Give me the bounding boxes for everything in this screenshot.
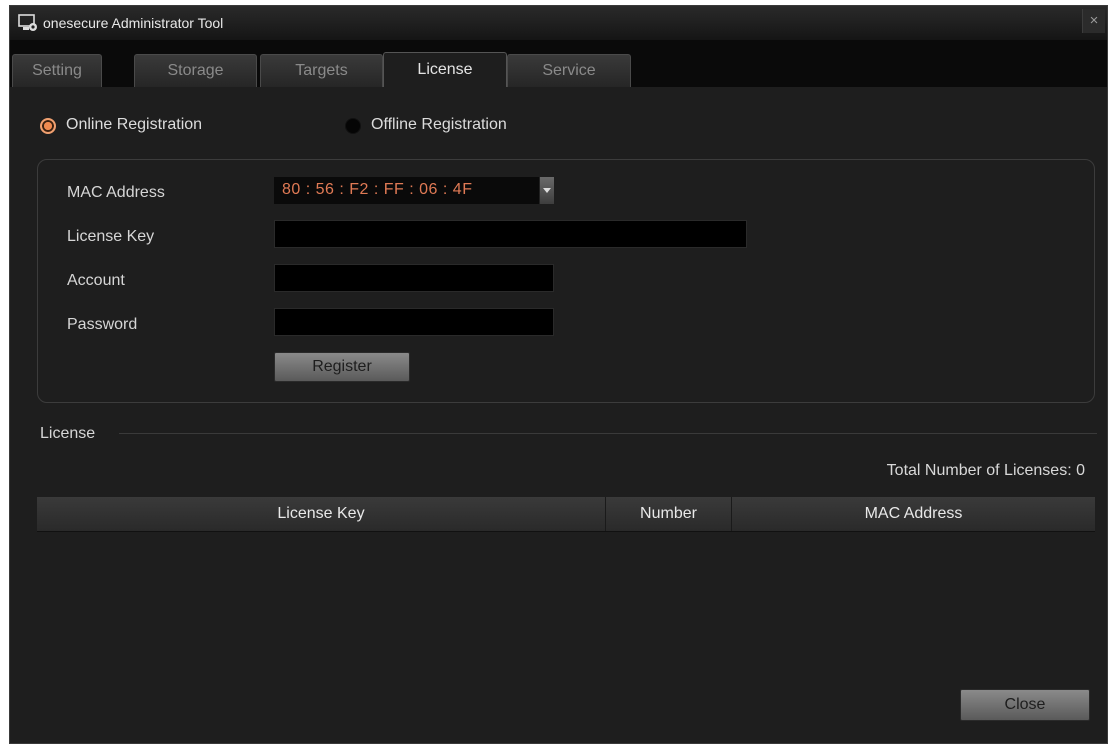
register-button[interactable]: Register xyxy=(274,352,410,382)
title-bar: onesecure Administrator Tool × xyxy=(10,6,1107,41)
tab-targets[interactable]: Targets xyxy=(260,54,383,87)
mac-address-value: 80 : 56 : F2 : FF : 06 : 4F xyxy=(282,181,473,198)
registration-panel xyxy=(37,159,1095,403)
license-key-input[interactable] xyxy=(274,220,747,248)
column-mac-address[interactable]: MAC Address xyxy=(731,497,1095,531)
offline-registration-radio[interactable] xyxy=(345,118,361,134)
tab-service[interactable]: Service xyxy=(507,54,631,87)
license-section-title: License xyxy=(40,425,96,442)
mac-address-label: MAC Address xyxy=(67,184,165,201)
column-number[interactable]: Number xyxy=(605,497,731,531)
offline-registration-label[interactable]: Offline Registration xyxy=(371,116,507,134)
window-close-button[interactable]: × xyxy=(1082,9,1105,33)
monitor-gear-icon xyxy=(18,14,37,31)
license-key-label: License Key xyxy=(67,228,155,245)
chevron-down-icon[interactable] xyxy=(539,177,554,204)
app-window: onesecure Administrator Tool × Setting S… xyxy=(9,5,1108,744)
window-title: onesecure Administrator Tool xyxy=(43,15,224,31)
section-divider xyxy=(119,433,1097,434)
password-label: Password xyxy=(67,316,138,333)
license-table-body xyxy=(37,532,1095,672)
account-input[interactable] xyxy=(274,264,554,292)
tab-bar: Setting Storage Targets License Service xyxy=(10,40,1107,87)
total-licenses-text: Total Number of Licenses: 0 xyxy=(886,462,1085,479)
account-label: Account xyxy=(67,272,125,289)
license-table-header: License Key Number MAC Address xyxy=(37,497,1095,532)
mac-address-select[interactable]: 80 : 56 : F2 : FF : 06 : 4F xyxy=(274,177,554,204)
tab-storage[interactable]: Storage xyxy=(134,54,257,87)
close-button[interactable]: Close xyxy=(960,689,1090,721)
online-registration-label[interactable]: Online Registration xyxy=(66,116,202,134)
tab-setting[interactable]: Setting xyxy=(12,54,102,87)
tab-license[interactable]: License xyxy=(383,52,507,87)
column-license-key[interactable]: License Key xyxy=(37,497,605,531)
password-input[interactable] xyxy=(274,308,554,336)
online-registration-radio[interactable] xyxy=(40,118,56,134)
